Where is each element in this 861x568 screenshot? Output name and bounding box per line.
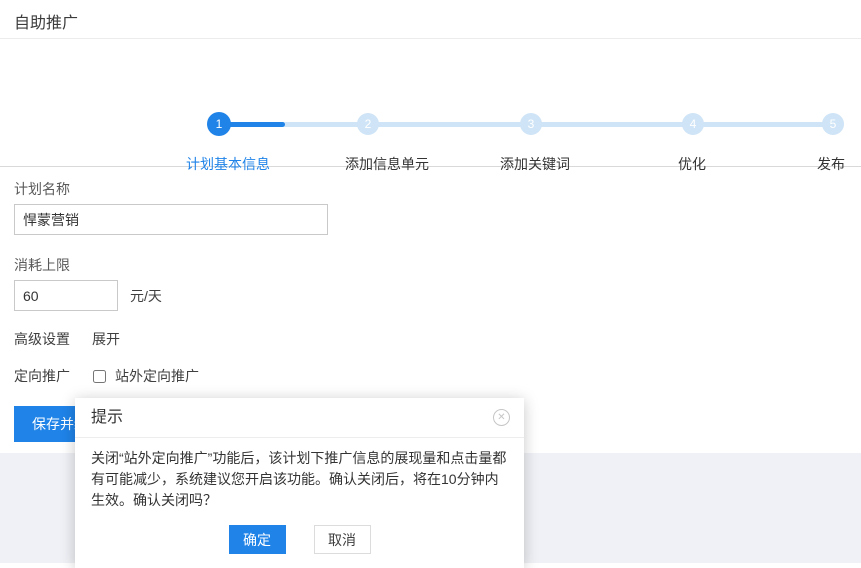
budget-unit-label: 元/天 bbox=[130, 286, 162, 306]
plan-name-input[interactable] bbox=[14, 204, 328, 235]
budget-field: 消耗上限 元/天 bbox=[14, 255, 847, 311]
step-4-circle[interactable]: 4 bbox=[682, 113, 704, 135]
step-5-label[interactable]: 发布 bbox=[817, 154, 845, 174]
confirm-button[interactable]: 确定 bbox=[229, 525, 286, 554]
plan-name-field: 计划名称 bbox=[14, 179, 847, 235]
page-title: 自助推广 bbox=[14, 15, 78, 32]
step-4-label[interactable]: 优化 bbox=[678, 154, 706, 174]
step-3-label[interactable]: 添加关键词 bbox=[500, 154, 570, 174]
dialog-button-row: 确定 取消 bbox=[75, 517, 524, 568]
step-2-label[interactable]: 添加信息单元 bbox=[345, 154, 429, 174]
dialog-header: 提示 ✕ bbox=[75, 398, 524, 438]
page-header: 自助推广 bbox=[0, 0, 861, 39]
step-2-circle[interactable]: 2 bbox=[357, 113, 379, 135]
offsite-targeting-label[interactable]: 站外定向推广 bbox=[115, 366, 199, 386]
step-5-circle[interactable]: 5 bbox=[822, 113, 844, 135]
budget-input[interactable] bbox=[14, 280, 118, 311]
advanced-settings-row: 高级设置 展开 bbox=[14, 329, 847, 349]
close-icon[interactable]: ✕ bbox=[493, 409, 510, 426]
step-1-label[interactable]: 计划基本信息 bbox=[186, 154, 270, 174]
step-wizard: 1 2 3 4 5 计划基本信息 添加信息单元 添加关键词 优化 发布 bbox=[0, 39, 861, 167]
plan-name-label: 计划名称 bbox=[14, 179, 847, 199]
confirm-dialog: 提示 ✕ 关闭“站外定向推广”功能后，该计划下推广信息的展现量和点击量都有可能减… bbox=[75, 398, 524, 568]
dialog-title: 提示 bbox=[91, 409, 123, 426]
targeting-label: 定向推广 bbox=[14, 366, 70, 386]
step-3-circle[interactable]: 3 bbox=[520, 113, 542, 135]
expand-link[interactable]: 展开 bbox=[92, 329, 120, 349]
dialog-message: 关闭“站外定向推广”功能后，该计划下推广信息的展现量和点击量都有可能减少，系统建… bbox=[75, 438, 524, 517]
offsite-targeting-checkbox[interactable] bbox=[93, 370, 106, 383]
cancel-button[interactable]: 取消 bbox=[314, 525, 371, 554]
step-1-circle[interactable]: 1 bbox=[207, 112, 231, 136]
budget-label: 消耗上限 bbox=[14, 255, 847, 275]
targeting-row: 定向推广 站外定向推广 bbox=[14, 366, 847, 386]
advanced-settings-label: 高级设置 bbox=[14, 329, 70, 349]
